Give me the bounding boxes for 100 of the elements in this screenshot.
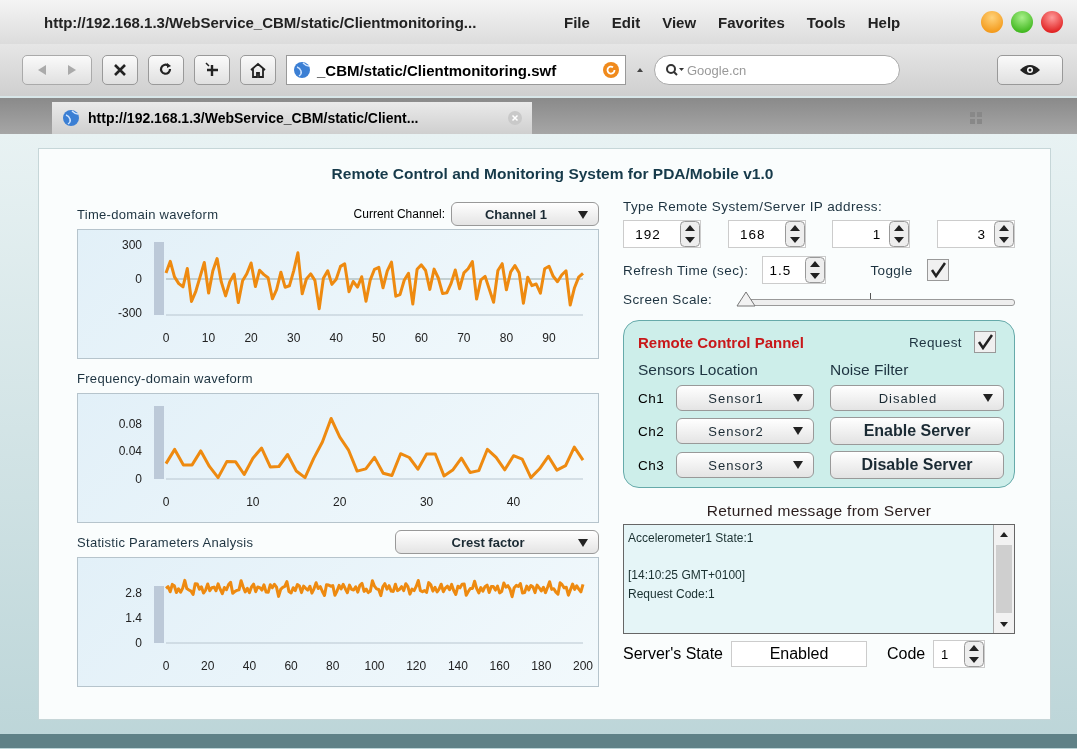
ip-spinner[interactable]: 168 (727, 220, 806, 248)
stepper-icon (784, 221, 805, 247)
axis-tick-label: 0 (162, 495, 170, 509)
browser-tab[interactable]: http://192.168.1.3/WebService_CBM/static/Client... (52, 102, 532, 134)
axis-tick-label: 20 (244, 331, 258, 345)
channel-label: Ch2 (638, 423, 666, 439)
caret-icon[interactable] (636, 66, 644, 74)
axis-tick-label: 10 (201, 331, 216, 345)
app-title: Remote Control and Monitoring System for PDA/Mobile v1.0 (330, 165, 775, 183)
column-heading: Noise Filter (830, 361, 910, 379)
caret-icon (578, 211, 588, 219)
axis-tick-label: 80 (499, 331, 514, 345)
column-heading: Sensors Location (638, 361, 759, 379)
reload-button[interactable] (148, 55, 184, 85)
axis-tick-label: 0.04 (118, 444, 142, 458)
caret-icon (983, 394, 993, 402)
request-checkbox[interactable] (974, 331, 996, 353)
caret-icon (793, 427, 803, 435)
globe-icon (293, 61, 311, 79)
reload-icon[interactable] (603, 62, 619, 78)
axis-tick-label: 70 (457, 331, 471, 345)
caret-icon (793, 461, 803, 469)
maximize-icon[interactable] (1011, 11, 1033, 33)
axis-tick-label: 0 (162, 331, 170, 345)
stepper-icon (889, 221, 910, 247)
checkbox-label: Request (908, 334, 962, 350)
axis-tick-label: 1.4 (125, 611, 142, 625)
axis-tick-label: 80 (326, 659, 340, 673)
stepper-icon (993, 221, 1014, 247)
axis-tick-label: 0.08 (118, 417, 142, 431)
axis-tick-label: -300 (117, 306, 142, 320)
caret-icon (793, 394, 803, 402)
stop-button[interactable] (102, 55, 138, 85)
back-forward-buttons[interactable] (22, 55, 92, 85)
server-button[interactable]: Enable Server (830, 417, 1004, 445)
axis-tick-label: 140 (447, 659, 468, 673)
home-button[interactable] (240, 55, 276, 85)
code-spinner[interactable]: 1 (933, 640, 986, 668)
ip-spinner[interactable]: 3 (936, 220, 1015, 248)
scale-slider[interactable] (736, 290, 1015, 308)
chart-title: Frequency-domain waveform (77, 370, 253, 386)
select-label: Current Channel: (353, 207, 445, 221)
server-button[interactable]: Disable Server (830, 451, 1004, 479)
sensor-dropdown[interactable]: Sensor1 (676, 385, 814, 411)
panel-title: Remote Control Pannel (638, 333, 804, 351)
axis-tick-label: 120 (406, 659, 427, 673)
add-bookmark-button[interactable] (194, 55, 230, 85)
section-title: Returned message from Server (705, 502, 933, 520)
log-line: Accelerometer1 State:1 (628, 530, 755, 547)
axis-tick-label: 200 (573, 659, 593, 673)
dropdown[interactable]: Channel 1 (451, 202, 599, 226)
axis-tick-label: 30 (286, 331, 301, 345)
axis-tick-label: 300 (121, 238, 142, 252)
close-icon[interactable] (1041, 11, 1063, 33)
address-field[interactable]: _CBM/static/Clientmonitoring.swf (286, 55, 626, 85)
reload-icon (159, 63, 173, 77)
axis-tick-label: 100 (364, 659, 385, 673)
refresh-spinner[interactable]: 1.5 (762, 256, 827, 284)
toggle-checkbox[interactable] (926, 259, 949, 281)
axis-tick-label: 20 (333, 495, 347, 509)
filter-dropdown[interactable]: Disabled (830, 385, 1004, 411)
field-label: Type Remote System/Server IP address: (623, 199, 884, 214)
stepper-icon (805, 257, 826, 283)
axis-band (154, 586, 164, 643)
axis-tick-label: 90 (542, 331, 556, 345)
log-line: [14:10:25 GMT+0100] (628, 567, 747, 584)
channel-label: Ch3 (638, 457, 666, 473)
sensor-dropdown[interactable]: Sensor2 (676, 418, 814, 444)
server-state-field: Enabled (731, 641, 867, 667)
axis-tick-label: 40 (329, 331, 343, 345)
field-label: Screen Scale: (623, 291, 713, 307)
plus-icon (204, 62, 220, 78)
chart-title: Statistic Parameters Analysis (77, 534, 254, 550)
field-label: Server's State (623, 645, 723, 663)
dropdown[interactable]: Crest factor (395, 530, 599, 554)
eye-icon (1019, 63, 1041, 77)
close-icon (113, 63, 127, 77)
menu-item[interactable]: Edit (611, 13, 641, 31)
channel-label: Ch1 (638, 390, 666, 406)
menu-item[interactable]: View (662, 13, 697, 31)
axis-tick-label: 30 (419, 495, 434, 509)
menu-item[interactable]: Favorites (718, 13, 785, 31)
scrollbar[interactable] (993, 525, 1014, 633)
sensor-dropdown[interactable]: Sensor3 (676, 452, 814, 478)
axis-tick-label: 20 (201, 659, 215, 673)
view-button[interactable] (997, 55, 1063, 85)
stepper-icon (964, 641, 985, 667)
menu-item[interactable]: Help (867, 13, 901, 31)
axis-tick-label: 60 (284, 659, 298, 673)
window-title: http://192.168.1.3/WebService_CBM/static/Clientmonitoring... (44, 13, 478, 31)
menu-item[interactable]: File (564, 13, 590, 31)
ip-spinner[interactable]: 192 (623, 220, 701, 248)
log-line: Request Code:1 (628, 586, 716, 603)
stepper-icon (680, 221, 700, 247)
caret-icon (578, 539, 588, 547)
checkbox-label: Toggle (870, 262, 913, 278)
slider-thumb[interactable] (736, 291, 757, 307)
menu-item[interactable]: Tools (806, 13, 846, 31)
ip-spinner[interactable]: 1 (832, 220, 911, 248)
axis-tick-label: 0 (135, 272, 142, 286)
